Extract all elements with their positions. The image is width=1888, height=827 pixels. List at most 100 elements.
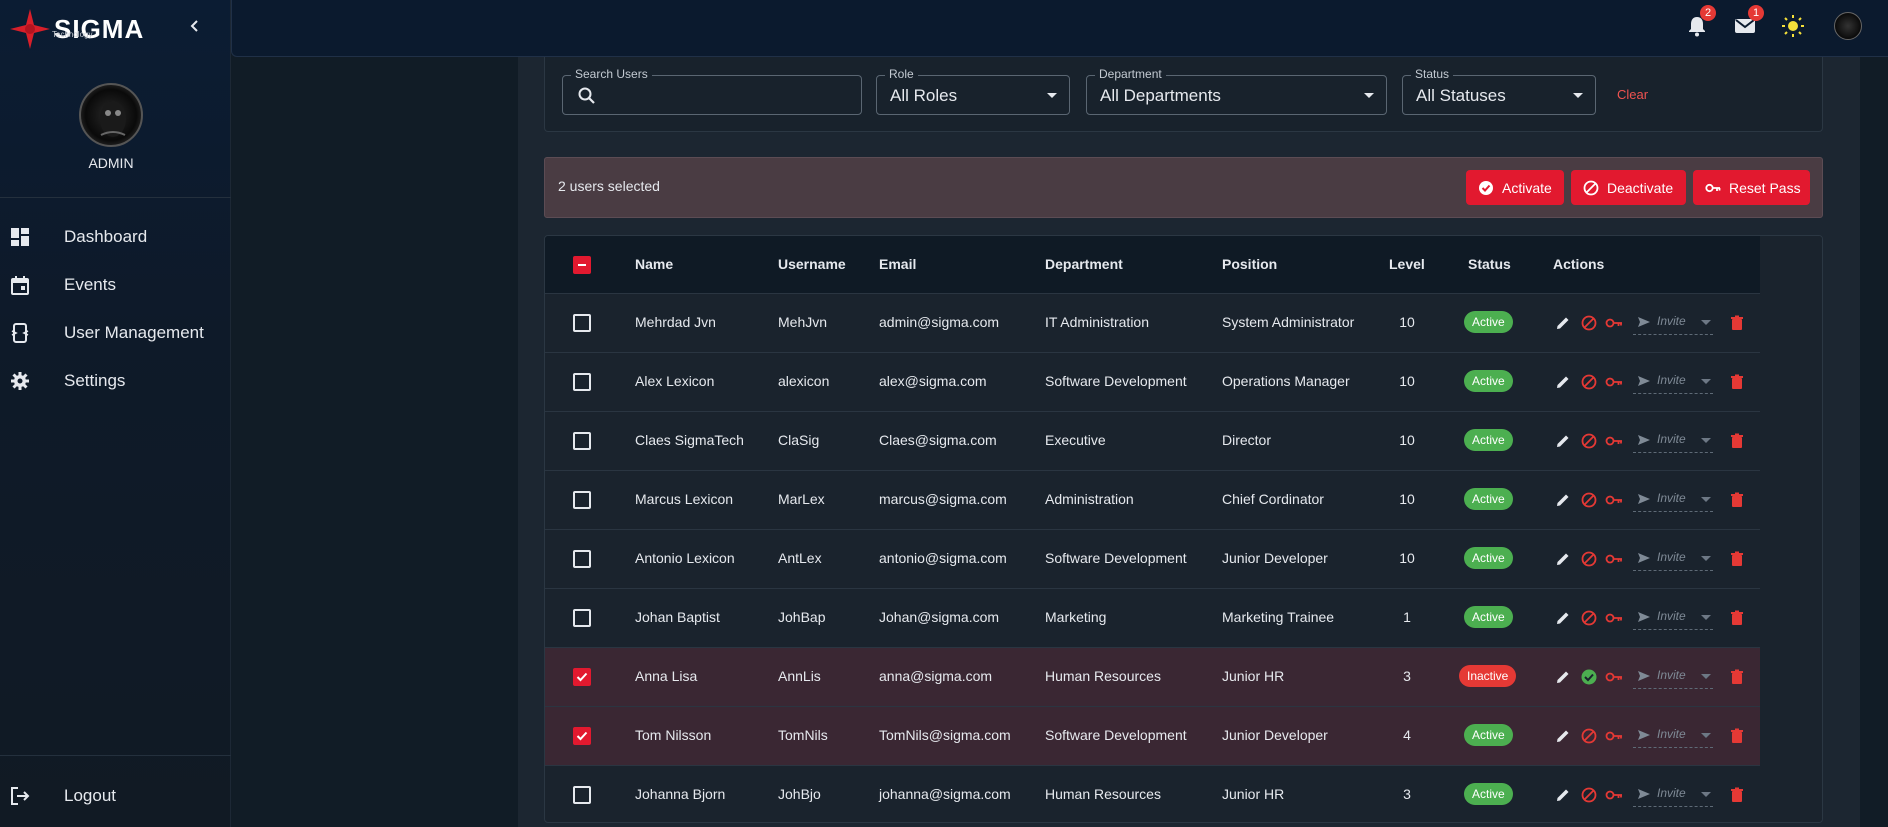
row-checkbox[interactable]	[573, 550, 591, 568]
reset-password-button[interactable]: Reset Pass	[1693, 170, 1810, 205]
sidebar-item-events[interactable]: Events	[0, 265, 231, 305]
table-row[interactable]: Mehrdad Jvn MehJvn admin@sigma.com IT Admin…	[545, 293, 1760, 352]
edit-icon[interactable]	[1554, 373, 1572, 391]
table-row[interactable]: Anna Lisa AnnLis anna@sigma.com Human Resou…	[545, 647, 1760, 706]
delete-icon[interactable]	[1728, 727, 1746, 745]
deactivate-user-icon[interactable]	[1580, 314, 1598, 332]
activate-button[interactable]: Activate	[1466, 170, 1564, 205]
table-row[interactable]: Johanna Bjorn JohBjo johanna@sigma.com Huma…	[545, 765, 1760, 822]
notifications-button[interactable]: 2	[1685, 5, 1716, 38]
edit-icon[interactable]	[1554, 314, 1572, 332]
invite-select[interactable]: Invite	[1633, 427, 1713, 453]
table-row[interactable]: Claes SigmaTech ClaSig Claes@sigma.com Exec…	[545, 411, 1760, 470]
key-icon[interactable]	[1605, 786, 1623, 804]
avatar[interactable]	[79, 83, 143, 147]
select-all-checkbox[interactable]	[573, 256, 591, 274]
deactivate-user-icon[interactable]	[1580, 491, 1598, 509]
column-header-level[interactable]: Level	[1389, 256, 1425, 272]
activate-user-icon[interactable]	[1580, 668, 1598, 686]
cell-email: anna@sigma.com	[879, 668, 993, 684]
deactivate-user-icon[interactable]	[1580, 550, 1598, 568]
sidebar-item-user-management[interactable]: User Management	[0, 313, 231, 353]
column-header-name[interactable]: Name	[635, 256, 673, 272]
table-header: Name Username Email Department Position …	[545, 236, 1760, 293]
column-header-username[interactable]: Username	[778, 256, 846, 272]
clear-filters-button[interactable]: Clear	[1617, 87, 1648, 102]
invite-select[interactable]: Invite	[1633, 368, 1713, 394]
invite-select[interactable]: Invite	[1633, 545, 1713, 571]
block-icon	[1583, 180, 1599, 195]
messages-button[interactable]: 1	[1733, 5, 1764, 38]
cell-department: IT Administration	[1045, 314, 1150, 330]
edit-icon[interactable]	[1554, 491, 1572, 509]
topbar-avatar[interactable]	[1834, 12, 1862, 40]
divider	[0, 755, 231, 756]
department-select[interactable]: Department All Departments	[1086, 67, 1387, 115]
row-checkbox[interactable]	[573, 314, 591, 332]
cell-level: 3	[1403, 786, 1411, 802]
sun-icon	[1782, 15, 1804, 37]
sidebar-item-settings[interactable]: Settings	[0, 361, 231, 401]
invite-select[interactable]: Invite	[1633, 486, 1713, 512]
cell-email: antonio@sigma.com	[879, 550, 1007, 566]
invite-select[interactable]: Invite	[1633, 663, 1713, 689]
invite-select[interactable]: Invite	[1633, 604, 1713, 630]
sidebar-item-dashboard[interactable]: Dashboard	[0, 217, 231, 257]
logout-button[interactable]: Logout	[0, 776, 231, 816]
column-header-email[interactable]: Email	[879, 256, 916, 272]
row-checkbox[interactable]	[573, 432, 591, 450]
row-checkbox[interactable]	[573, 373, 591, 391]
top-bar	[231, 0, 1888, 57]
row-checkbox[interactable]	[573, 491, 591, 509]
role-select[interactable]: Role All Roles	[876, 67, 1070, 115]
row-checkbox[interactable]	[573, 786, 591, 804]
deactivate-button[interactable]: Deactivate	[1571, 170, 1686, 205]
delete-icon[interactable]	[1728, 314, 1746, 332]
column-header-department[interactable]: Department	[1045, 256, 1123, 272]
edit-icon[interactable]	[1554, 786, 1572, 804]
table-row[interactable]: Alex Lexicon alexicon alex@sigma.com Softwa…	[545, 352, 1760, 411]
key-icon[interactable]	[1605, 668, 1623, 686]
key-icon[interactable]	[1605, 314, 1623, 332]
deactivate-user-icon[interactable]	[1580, 786, 1598, 804]
edit-icon[interactable]	[1554, 609, 1572, 627]
search-input[interactable]: Search Users	[562, 67, 862, 115]
row-checkbox[interactable]	[573, 609, 591, 627]
edit-icon[interactable]	[1554, 727, 1572, 745]
status-select[interactable]: Status All Statuses	[1402, 67, 1596, 115]
key-icon[interactable]	[1605, 373, 1623, 391]
table-row[interactable]: Marcus Lexicon MarLex marcus@sigma.com Admi…	[545, 470, 1760, 529]
deactivate-user-icon[interactable]	[1580, 432, 1598, 450]
delete-icon[interactable]	[1728, 668, 1746, 686]
delete-icon[interactable]	[1728, 550, 1746, 568]
invite-select[interactable]: Invite	[1633, 309, 1713, 335]
edit-icon[interactable]	[1554, 550, 1572, 568]
delete-icon[interactable]	[1728, 373, 1746, 391]
row-checkbox[interactable]	[573, 668, 591, 686]
table-row[interactable]: Tom Nilsson TomNils TomNils@sigma.com Softw…	[545, 706, 1760, 765]
column-header-status[interactable]: Status	[1468, 256, 1511, 272]
column-header-position[interactable]: Position	[1222, 256, 1277, 272]
table-row[interactable]: Johan Baptist JohBap Johan@sigma.com Market…	[545, 588, 1760, 647]
row-checkbox[interactable]	[573, 727, 591, 745]
edit-icon[interactable]	[1554, 432, 1572, 450]
delete-icon[interactable]	[1728, 432, 1746, 450]
delete-icon[interactable]	[1728, 491, 1746, 509]
collapse-sidebar-button[interactable]	[186, 17, 204, 35]
delete-icon[interactable]	[1728, 609, 1746, 627]
theme-toggle-button[interactable]	[1781, 14, 1805, 38]
key-icon[interactable]	[1605, 550, 1623, 568]
key-icon[interactable]	[1605, 727, 1623, 745]
invite-select[interactable]: Invite	[1633, 781, 1713, 807]
edit-icon[interactable]	[1554, 668, 1572, 686]
key-icon[interactable]	[1605, 432, 1623, 450]
key-icon[interactable]	[1605, 609, 1623, 627]
deactivate-user-icon[interactable]	[1580, 373, 1598, 391]
deactivate-user-icon[interactable]	[1580, 609, 1598, 627]
invite-select[interactable]: Invite	[1633, 722, 1713, 748]
key-icon[interactable]	[1605, 491, 1623, 509]
brand-logo[interactable]: SIGMA	[8, 8, 144, 50]
table-row[interactable]: Antonio Lexicon AntLex antonio@sigma.com So…	[545, 529, 1760, 588]
delete-icon[interactable]	[1728, 786, 1746, 804]
deactivate-user-icon[interactable]	[1580, 727, 1598, 745]
